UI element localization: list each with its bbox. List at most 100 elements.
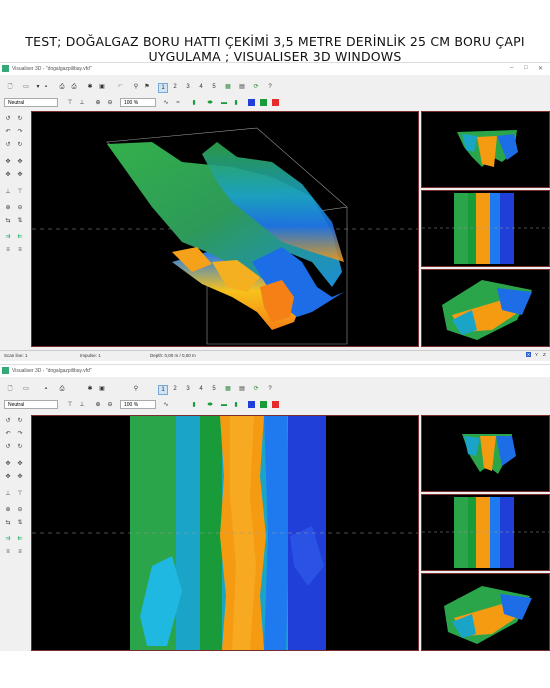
depth-up-icon[interactable]: ⊥ bbox=[4, 188, 12, 196]
print-preview-icon[interactable]: ⎙ bbox=[58, 83, 66, 91]
axis-z-button[interactable]: Z bbox=[543, 352, 546, 357]
tilt-down-icon[interactable]: ↷ bbox=[16, 128, 24, 136]
minimize-button[interactable]: – bbox=[510, 65, 513, 71]
scale-y-icon[interactable]: ⇅ bbox=[16, 217, 24, 225]
rotate-left-icon-2[interactable]: ↺ bbox=[4, 417, 12, 425]
slice-2-icon[interactable]: ≡ bbox=[16, 246, 24, 254]
move-out-icon-2[interactable]: ✥ bbox=[16, 473, 24, 481]
axis-x-button[interactable]: X bbox=[526, 352, 532, 357]
green-color-button-2[interactable] bbox=[260, 401, 267, 408]
zoom-view-icon[interactable]: ⚲ bbox=[132, 83, 140, 91]
move-vertical-icon[interactable]: ✥ bbox=[16, 158, 24, 166]
page-5-button[interactable]: 5 bbox=[210, 83, 218, 91]
scale-y-icon-2[interactable]: ⇅ bbox=[16, 519, 24, 527]
slice-icon-2[interactable]: ≡ bbox=[4, 548, 12, 556]
layer-icon-2[interactable]: ⬬ bbox=[206, 401, 214, 409]
grid-view-icon-2[interactable]: ▦ bbox=[224, 385, 232, 393]
align-bottom-icon-2[interactable]: ⊥ bbox=[78, 401, 86, 409]
move-horizontal-icon[interactable]: ✥ bbox=[4, 158, 12, 166]
page-1-button-2[interactable]: 1 bbox=[158, 385, 168, 395]
zoom-view-icon-2[interactable]: ⚲ bbox=[132, 385, 140, 393]
help-icon[interactable]: ? bbox=[266, 83, 274, 91]
zoom-out-icon-2[interactable]: ⊖ bbox=[106, 401, 114, 409]
layer-vertical-icon-2[interactable]: ▮ bbox=[232, 401, 240, 409]
zoom-in-side-icon[interactable]: ⊕ bbox=[4, 204, 12, 212]
green-bar-icon-2[interactable]: ▮ bbox=[190, 401, 198, 409]
cube-view-icon[interactable]: ⇉ bbox=[4, 233, 12, 241]
tilt-down-icon-2[interactable]: ↷ bbox=[16, 430, 24, 438]
move-in-icon[interactable]: ✥ bbox=[4, 171, 12, 179]
main-plan-view[interactable] bbox=[31, 415, 419, 651]
maximize-button[interactable]: □ bbox=[524, 65, 528, 71]
rotate-right-icon[interactable]: ↻ bbox=[16, 115, 24, 123]
refresh-icon[interactable]: ⟳ bbox=[252, 83, 260, 91]
side-view-bottom-2[interactable] bbox=[421, 573, 550, 651]
cube-view-2-icon-2[interactable]: ⇇ bbox=[16, 535, 24, 543]
flag-icon[interactable]: ⚑ bbox=[143, 83, 151, 91]
side-view-top-2[interactable] bbox=[421, 415, 550, 492]
tools-icon[interactable]: ✱ bbox=[86, 83, 94, 91]
help-icon-2[interactable]: ? bbox=[266, 385, 274, 393]
page-4-button-2[interactable]: 4 bbox=[197, 385, 205, 393]
side-view-top[interactable] bbox=[421, 111, 550, 188]
refresh-icon-2[interactable]: ⟳ bbox=[252, 385, 260, 393]
main-3d-view[interactable] bbox=[31, 111, 419, 347]
grid-view-icon[interactable]: ▦ bbox=[224, 83, 232, 91]
axis-y-button[interactable]: Y bbox=[535, 352, 538, 357]
move-in-icon-2[interactable]: ✥ bbox=[4, 473, 12, 481]
page-3-button-2[interactable]: 3 bbox=[184, 385, 192, 393]
layer-icon[interactable]: ⬬ bbox=[206, 99, 214, 107]
zoom-out-side-icon[interactable]: ⊖ bbox=[16, 204, 24, 212]
roll-left-icon-2[interactable]: ↺ bbox=[4, 443, 12, 451]
axis-icon-2[interactable]: ∿ bbox=[162, 401, 170, 409]
move-horizontal-icon-2[interactable]: ✥ bbox=[4, 460, 12, 468]
axis-icon[interactable]: ∿ bbox=[162, 99, 170, 107]
open-folder-icon-2[interactable]: ▭ bbox=[22, 385, 30, 393]
close-button[interactable]: ✕ bbox=[538, 65, 543, 72]
rotate-right-icon-2[interactable]: ↻ bbox=[16, 417, 24, 425]
print-preview-icon-2[interactable]: ⎙ bbox=[58, 385, 66, 393]
new-file-icon[interactable]: 🗋 bbox=[6, 83, 14, 91]
move-out-icon[interactable]: ✥ bbox=[16, 171, 24, 179]
cube-view-icon-2[interactable]: ⇉ bbox=[4, 535, 12, 543]
mode-select-2[interactable]: Neutral bbox=[4, 400, 58, 409]
side-view-middle-2[interactable] bbox=[421, 494, 550, 571]
tilt-up-icon[interactable]: ↶ bbox=[4, 128, 12, 136]
cube-view-2-icon[interactable]: ⇇ bbox=[16, 233, 24, 241]
zoom-out-icon[interactable]: ⊖ bbox=[106, 99, 114, 107]
zoom-in-icon[interactable]: ⊕ bbox=[94, 99, 102, 107]
wave-icon[interactable]: ≈ bbox=[174, 99, 182, 107]
save-icon[interactable]: ▪ bbox=[42, 83, 50, 91]
page-3-button[interactable]: 3 bbox=[184, 83, 192, 91]
roll-left-icon[interactable]: ↺ bbox=[4, 141, 12, 149]
side-view-middle[interactable] bbox=[421, 190, 550, 267]
zoom-out-side-icon-2[interactable]: ⊖ bbox=[16, 506, 24, 514]
depth-down-icon[interactable]: ⊤ bbox=[16, 188, 24, 196]
tools-icon-2[interactable]: ✱ bbox=[86, 385, 94, 393]
page-4-button[interactable]: 4 bbox=[197, 83, 205, 91]
blue-color-button[interactable] bbox=[248, 99, 255, 106]
align-bottom-icon[interactable]: ⊥ bbox=[78, 99, 86, 107]
side-view-bottom[interactable] bbox=[421, 269, 550, 347]
page-1-button[interactable]: 1 bbox=[158, 83, 168, 93]
scale-x-icon[interactable]: ⇆ bbox=[4, 217, 12, 225]
roll-right-icon[interactable]: ↻ bbox=[16, 141, 24, 149]
rotate-left-icon[interactable]: ↺ bbox=[4, 115, 12, 123]
zoom-select-2[interactable]: 100 % bbox=[120, 400, 156, 409]
settings-icon-2[interactable]: ▣ bbox=[98, 385, 106, 393]
align-top-icon[interactable]: ⊤ bbox=[66, 99, 74, 107]
page-5-button-2[interactable]: 5 bbox=[210, 385, 218, 393]
scale-x-icon-2[interactable]: ⇆ bbox=[4, 519, 12, 527]
zoom-in-side-icon-2[interactable]: ⊕ bbox=[4, 506, 12, 514]
tilt-up-icon-2[interactable]: ↶ bbox=[4, 430, 12, 438]
align-top-icon-2[interactable]: ⊤ bbox=[66, 401, 74, 409]
red-color-button-2[interactable] bbox=[272, 401, 279, 408]
roll-right-icon-2[interactable]: ↻ bbox=[16, 443, 24, 451]
settings-icon[interactable]: ▣ bbox=[98, 83, 106, 91]
layer-flat-icon[interactable]: ▬ bbox=[220, 99, 228, 107]
window-icon-2[interactable]: ▤ bbox=[238, 385, 246, 393]
open-arrow-icon[interactable]: ▾ bbox=[34, 83, 42, 91]
zoom-in-icon-2[interactable]: ⊕ bbox=[94, 401, 102, 409]
blue-color-button-2[interactable] bbox=[248, 401, 255, 408]
slice-icon[interactable]: ≡ bbox=[4, 246, 12, 254]
